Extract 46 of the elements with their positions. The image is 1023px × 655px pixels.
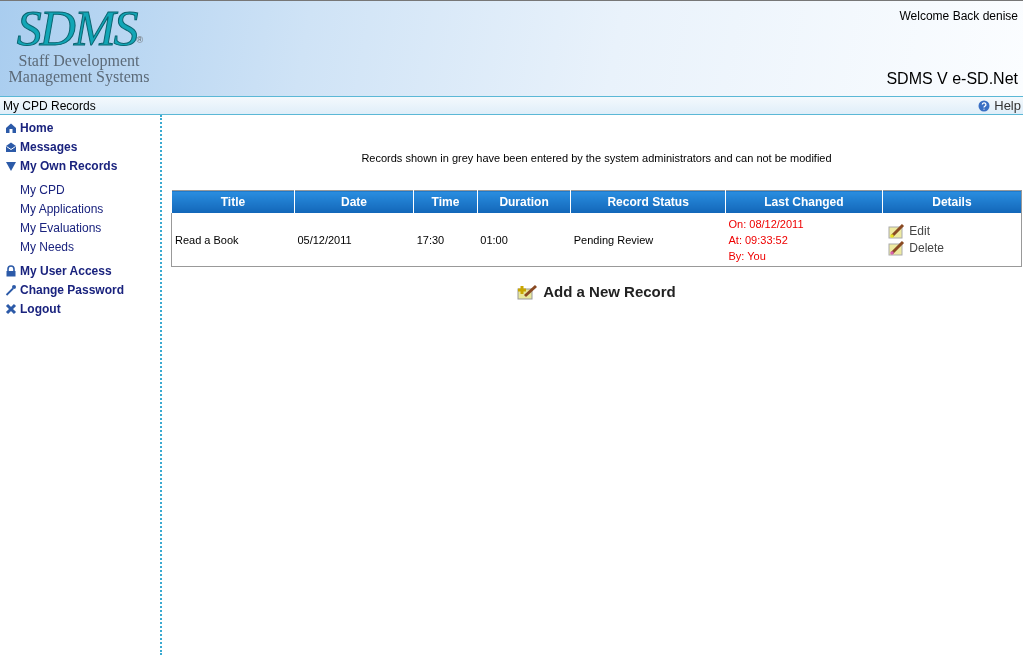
welcome-text: Welcome Back denise — [899, 9, 1018, 23]
change-info-text: By: You — [728, 248, 767, 264]
key-icon — [5, 283, 17, 296]
sidebar-item[interactable]: My Own Records — [0, 156, 160, 175]
sidebar-subitem[interactable]: My Applications — [0, 199, 160, 218]
action-link[interactable]: Edit — [888, 222, 1018, 240]
help-link[interactable]: Help — [978, 98, 1021, 113]
logo-tagline: Management Systems — [8, 69, 150, 85]
column-header: Record Status — [570, 190, 726, 213]
action-link[interactable]: Delete — [888, 239, 1018, 257]
note-pencil-icon — [888, 223, 907, 239]
note-pencil-icon — [517, 283, 540, 300]
column-header: Time — [413, 190, 478, 213]
column-header: Details — [882, 190, 1022, 213]
envelope-icon — [5, 140, 17, 153]
table-cell: 17:30 — [413, 213, 478, 267]
note-pencil-icon — [888, 240, 907, 256]
table-cell: 05/12/2011 — [294, 213, 414, 267]
column-header: Date — [294, 190, 414, 213]
home-icon — [5, 121, 17, 134]
notice-text: Records shown in grey have been entered by the system administrators and can not be modified — [360, 152, 833, 164]
change-info-text: On: 08/12/2011 — [728, 216, 805, 232]
page-title: My CPD Records — [3, 98, 96, 113]
add-record-button[interactable]: Add a New Record — [517, 283, 676, 300]
sidebar-subitem[interactable]: My Needs — [0, 237, 160, 256]
product-name: SDMS V e-SD.Net — [886, 70, 1018, 88]
sidebar-subitem[interactable]: My Evaluations — [0, 218, 160, 237]
column-header: Last Changed — [725, 190, 883, 213]
help-icon — [978, 99, 991, 112]
table-cell: Read a Book — [171, 213, 295, 267]
sidebar-item[interactable]: Home — [0, 118, 160, 137]
sidebar-item[interactable]: Logout — [0, 299, 160, 318]
sidebar-item[interactable]: Messages — [0, 137, 160, 156]
logo-tagline: Staff Development — [18, 53, 140, 69]
sidebar-item[interactable]: Change Password — [0, 280, 160, 299]
change-info-text: At: 09:33:52 — [728, 232, 789, 248]
sidebar-item[interactable]: My User Access — [0, 261, 160, 280]
sidebar-subitem[interactable]: My CPD — [0, 180, 160, 199]
table-cell: Pending Review — [570, 213, 726, 267]
logo-wordmark: SDMS — [16, 3, 137, 53]
column-header: Title — [171, 190, 295, 213]
column-header: Duration — [477, 190, 571, 213]
table-cell: 01:00 — [477, 213, 571, 267]
registered-mark: ® — [136, 35, 142, 45]
padlock-icon — [5, 264, 17, 277]
cross-icon — [5, 302, 17, 315]
